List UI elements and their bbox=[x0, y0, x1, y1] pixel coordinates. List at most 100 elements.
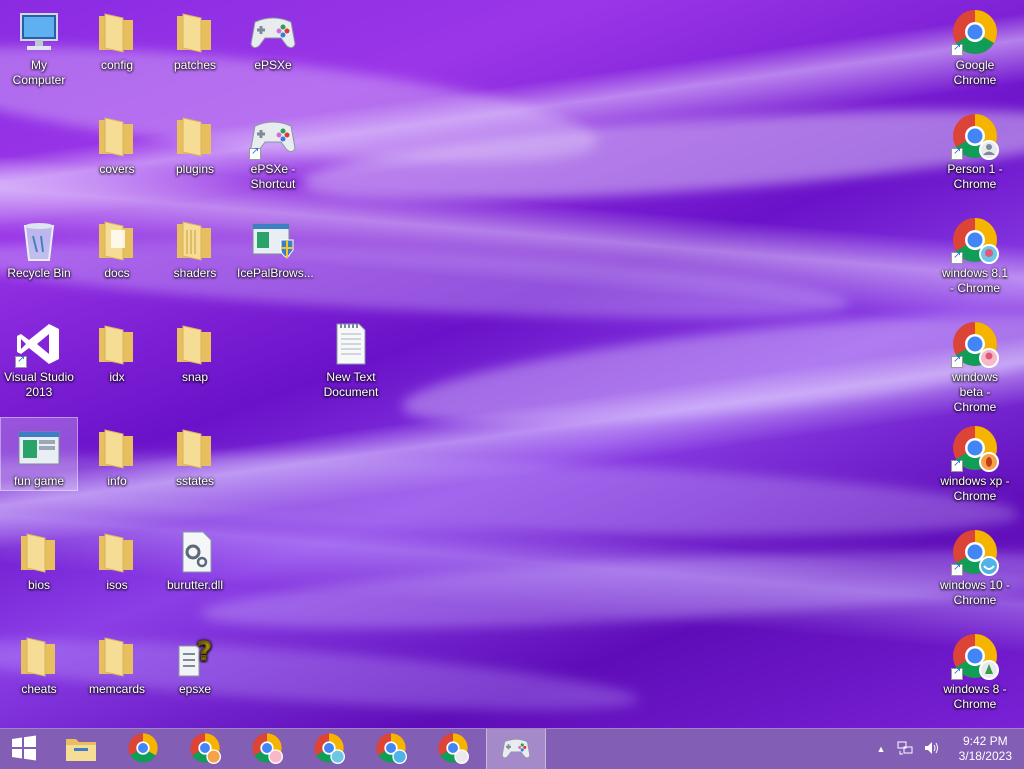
folder-icon bbox=[93, 424, 141, 472]
taskbar-chrome-windows-10[interactable] bbox=[362, 729, 420, 769]
desktop-icon-folder-plugins[interactable]: plugins bbox=[157, 106, 233, 202]
desktop-icon-chrome-person-1[interactable]: Person 1 - Chrome bbox=[937, 106, 1013, 202]
network-tray-button[interactable] bbox=[894, 729, 918, 769]
gamepad-icon bbox=[249, 8, 297, 56]
desktop-icon-epsxe[interactable]: ePSXe bbox=[235, 2, 311, 98]
taskbar-file-explorer[interactable] bbox=[52, 729, 110, 769]
desktop-icon-label: config bbox=[100, 58, 134, 72]
show-hidden-icons-button[interactable]: ▲ bbox=[872, 729, 890, 769]
desktop-icon-visual-studio-2013[interactable]: Visual Studio 2013 bbox=[1, 314, 77, 410]
clock-time: 9:42 PM bbox=[962, 734, 1008, 748]
desktop-icon-new-text-document[interactable]: New Text Document bbox=[313, 314, 389, 410]
taskbar-chrome-windows-xp[interactable] bbox=[176, 729, 234, 769]
application-shield-icon bbox=[249, 216, 297, 264]
desktop-icon-label: windows beta - Chrome bbox=[951, 370, 999, 414]
taskbar: ▲ 9:42 PM 3/18/2023 bbox=[0, 728, 1024, 769]
shortcut-arrow-icon bbox=[951, 354, 963, 368]
folder-icon bbox=[93, 216, 141, 264]
chrome-profile-icon bbox=[951, 424, 999, 472]
desktop-icon-icepalbrowser[interactable]: IcePalBrows... bbox=[235, 210, 314, 306]
desktop-wallpaper[interactable]: My Computer Recycle Bin Visual Studio 20… bbox=[0, 0, 1024, 728]
desktop-icon-folder-bios[interactable]: bios bbox=[1, 522, 77, 618]
folder-icon bbox=[171, 8, 219, 56]
desktop-icon-my-computer[interactable]: My Computer bbox=[1, 2, 77, 98]
desktop-icon-label: snap bbox=[181, 370, 209, 384]
desktop-icon-folder-docs[interactable]: docs bbox=[79, 210, 155, 306]
application-window-icon bbox=[15, 424, 63, 472]
desktop-icon-fun-game[interactable]: fun game bbox=[0, 417, 78, 491]
desktop-icon-chrome-windows-8-1[interactable]: windows 8.1 - Chrome bbox=[937, 210, 1013, 306]
desktop-icon-label: sstates bbox=[175, 474, 214, 488]
desktop-icon-folder-idx[interactable]: idx bbox=[79, 314, 155, 410]
desktop-icon-label: Visual Studio 2013 bbox=[4, 370, 74, 399]
folder-icon bbox=[171, 112, 219, 160]
chrome-profile-icon bbox=[951, 320, 999, 368]
desktop-icon-folder-covers[interactable]: covers bbox=[79, 106, 155, 202]
start-button[interactable] bbox=[0, 729, 48, 769]
desktop-icon-burutter-dll[interactable]: burutter.dll bbox=[157, 522, 233, 618]
shortcut-arrow-icon bbox=[951, 458, 963, 472]
chrome-profile-icon bbox=[951, 216, 999, 264]
desktop-icon-recycle-bin[interactable]: Recycle Bin bbox=[1, 210, 77, 306]
shortcut-arrow-icon bbox=[951, 666, 963, 680]
desktop-icon-label: bios bbox=[27, 578, 50, 592]
desktop-icon-chrome-windows-10[interactable]: windows 10 - Chrome bbox=[937, 522, 1013, 618]
dll-file-icon bbox=[171, 528, 219, 576]
shortcut-arrow-icon bbox=[951, 562, 963, 576]
desktop-icon-folder-memcards[interactable]: memcards bbox=[79, 626, 155, 722]
shortcut-arrow-icon bbox=[951, 42, 963, 56]
desktop-icon-label: memcards bbox=[88, 682, 145, 696]
visual-studio-icon bbox=[15, 320, 63, 368]
taskbar-epsxe[interactable] bbox=[486, 729, 546, 769]
volume-tray-button[interactable] bbox=[920, 729, 944, 769]
desktop-icon-epsxe-shortcut[interactable]: ePSXe - Shortcut bbox=[235, 106, 311, 202]
shortcut-arrow-icon bbox=[951, 146, 963, 160]
desktop-icon-label: IcePalBrows... bbox=[237, 266, 314, 280]
desktop-icon-label: ePSXe bbox=[254, 58, 292, 72]
gamepad-icon bbox=[499, 733, 533, 766]
desktop-icon-label: fun game bbox=[13, 474, 65, 488]
shortcut-arrow-icon bbox=[951, 250, 963, 264]
folder-icon bbox=[171, 320, 219, 368]
desktop-icon-label: windows 8 - Chrome bbox=[943, 682, 1007, 711]
taskbar-clock[interactable]: 9:42 PM 3/18/2023 bbox=[959, 734, 1012, 764]
desktop-icon-label: windows 8.1 - Chrome bbox=[941, 266, 1009, 295]
desktop-icon-folder-patches[interactable]: patches bbox=[157, 2, 233, 98]
folder-icon bbox=[93, 528, 141, 576]
recycle-bin-icon bbox=[15, 216, 63, 264]
desktop-icon-folder-config[interactable]: config bbox=[79, 2, 155, 98]
desktop-icon-folder-sstates[interactable]: sstates bbox=[157, 418, 233, 514]
desktop-icon-google-chrome[interactable]: Google Chrome bbox=[937, 2, 1013, 98]
desktop-icon-label: Recycle Bin bbox=[7, 266, 71, 280]
chrome-profile-icon bbox=[189, 732, 221, 767]
desktop-icon-chrome-windows-beta[interactable]: windows beta - Chrome bbox=[937, 314, 1013, 414]
taskbar-chrome-windows-8-1[interactable] bbox=[300, 729, 358, 769]
desktop-icon-label: cheats bbox=[21, 682, 57, 696]
text-document-icon bbox=[327, 320, 375, 368]
desktop-icon-folder-cheats[interactable]: cheats bbox=[1, 626, 77, 722]
desktop-icon-label: My Computer bbox=[12, 58, 66, 87]
desktop-icon-label: windows xp - Chrome bbox=[940, 474, 1010, 503]
folder-icon bbox=[171, 216, 219, 264]
speaker-icon bbox=[923, 740, 941, 759]
desktop-icon-chrome-windows-8[interactable]: windows 8 - Chrome bbox=[937, 626, 1013, 722]
folder-icon bbox=[93, 8, 141, 56]
desktop-icon-label: Person 1 - Chrome bbox=[947, 162, 1003, 191]
desktop-icon-folder-snap[interactable]: snap bbox=[157, 314, 233, 410]
taskbar-chrome-windows-beta[interactable] bbox=[238, 729, 296, 769]
chrome-profile-icon bbox=[437, 732, 469, 767]
chrome-profile-icon bbox=[951, 632, 999, 680]
desktop-icon-label: New Text Document bbox=[323, 370, 379, 399]
taskbar-chrome-windows-8[interactable] bbox=[424, 729, 482, 769]
desktop-icon-label: shaders bbox=[173, 266, 217, 280]
chrome-profile-icon bbox=[375, 732, 407, 767]
desktop-icon-folder-shaders[interactable]: shaders bbox=[157, 210, 233, 306]
desktop-icon-epsxe-help[interactable]: ? epsxe bbox=[157, 626, 233, 722]
windows-logo-icon bbox=[11, 735, 37, 764]
desktop-icon-folder-isos[interactable]: isos bbox=[79, 522, 155, 618]
taskbar-google-chrome[interactable] bbox=[114, 729, 172, 769]
folder-icon bbox=[171, 424, 219, 472]
desktop-icon-label: windows 10 - Chrome bbox=[939, 578, 1011, 607]
desktop-icon-folder-info[interactable]: info bbox=[79, 418, 155, 514]
desktop-icon-chrome-windows-xp[interactable]: windows xp - Chrome bbox=[937, 418, 1013, 514]
